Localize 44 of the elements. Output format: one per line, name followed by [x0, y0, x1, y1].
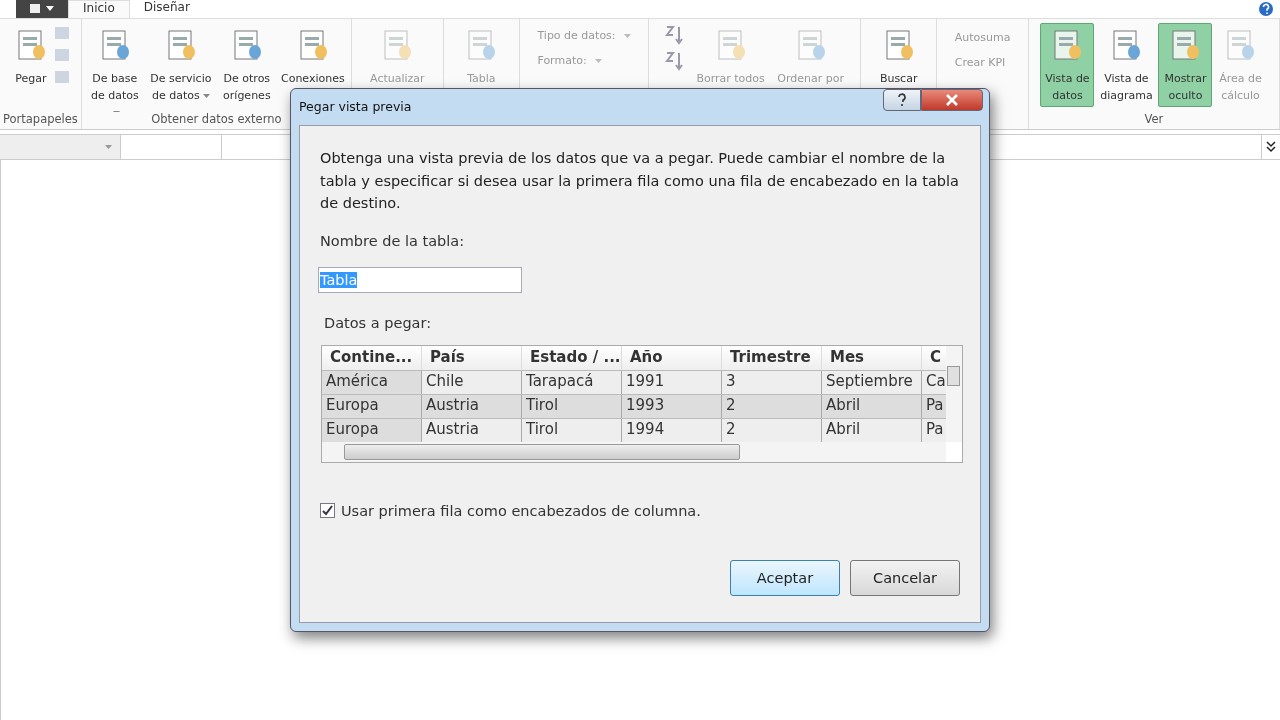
checkbox-label[interactable]: Usar primera fila como encabezados de columna. — [341, 502, 701, 519]
column-header[interactable]: Trimestre — [722, 345, 822, 370]
ribbon-button[interactable]: De base de datos — [84, 23, 145, 112]
dialog-button[interactable]: Cancelar — [850, 560, 960, 596]
ribbon-button[interactable]: Mostrar oculto — [1158, 23, 1213, 107]
column-header[interactable]: Estado / ... — [522, 345, 622, 370]
table-name-label: Nombre de la tabla: — [320, 232, 466, 249]
data-label: Datos a pegar: — [324, 314, 433, 331]
table-cell: Europa — [322, 418, 422, 442]
table-cell: 2 — [722, 418, 822, 442]
column-header[interactable]: Mes — [822, 345, 922, 370]
table-cell: Tirol — [522, 394, 622, 418]
group-label: Ver — [1143, 112, 1165, 128]
ribbon-button[interactable]: De otros orígenes — [216, 23, 277, 107]
ribbon-button[interactable]: Vista de diagrama — [1095, 23, 1158, 107]
column-header[interactable]: País — [422, 345, 522, 370]
ribbon-button[interactable]: Buscar — [872, 23, 925, 90]
table-cell: 1991 — [622, 370, 722, 394]
table-cell: 1994 — [622, 418, 722, 442]
table-cell: Abril — [822, 418, 922, 442]
ribbon-button[interactable]: De servicio de datos — [145, 23, 216, 107]
dialog-button[interactable]: Aceptar — [730, 560, 840, 596]
ribbon-tab[interactable]: Inicio — [68, 0, 130, 18]
table-cell: 3 — [722, 370, 822, 394]
ribbon-button[interactable]: Conexiones — [277, 23, 348, 90]
table-cell: 1993 — [622, 394, 722, 418]
table-cell: Abril — [822, 394, 922, 418]
column-header[interactable]: Año — [622, 345, 722, 370]
table-cell: Chile — [422, 370, 522, 394]
table-cell: 2 — [722, 394, 822, 418]
table-cell: Septiembre — [822, 370, 922, 394]
table-cell: Austria — [422, 418, 522, 442]
ribbon-tab[interactable]: Diseñar — [129, 0, 204, 18]
group-label: Portapapeles — [2, 112, 79, 128]
table-cell: Tirol — [522, 418, 622, 442]
table-cell: América — [322, 370, 422, 394]
ribbon-button[interactable]: Vista de datos — [1040, 23, 1095, 107]
column-header[interactable]: Contine... — [322, 345, 422, 370]
group-label: Obtener datos externo — [150, 112, 283, 128]
table-cell: Tarapacá — [522, 370, 622, 394]
description-text: Obtenga una vista previa de los datos que va a pegar. Puede cambiar el nombre de la tabla y especificar si desea usar la primera fila como una fila de encabezado en la tabla de destino. — [320, 149, 960, 213]
table-cell: Austria — [422, 394, 522, 418]
dialog-title: Pegar vista previa — [299, 99, 413, 114]
ribbon-button[interactable]: Pegar — [9, 23, 52, 90]
